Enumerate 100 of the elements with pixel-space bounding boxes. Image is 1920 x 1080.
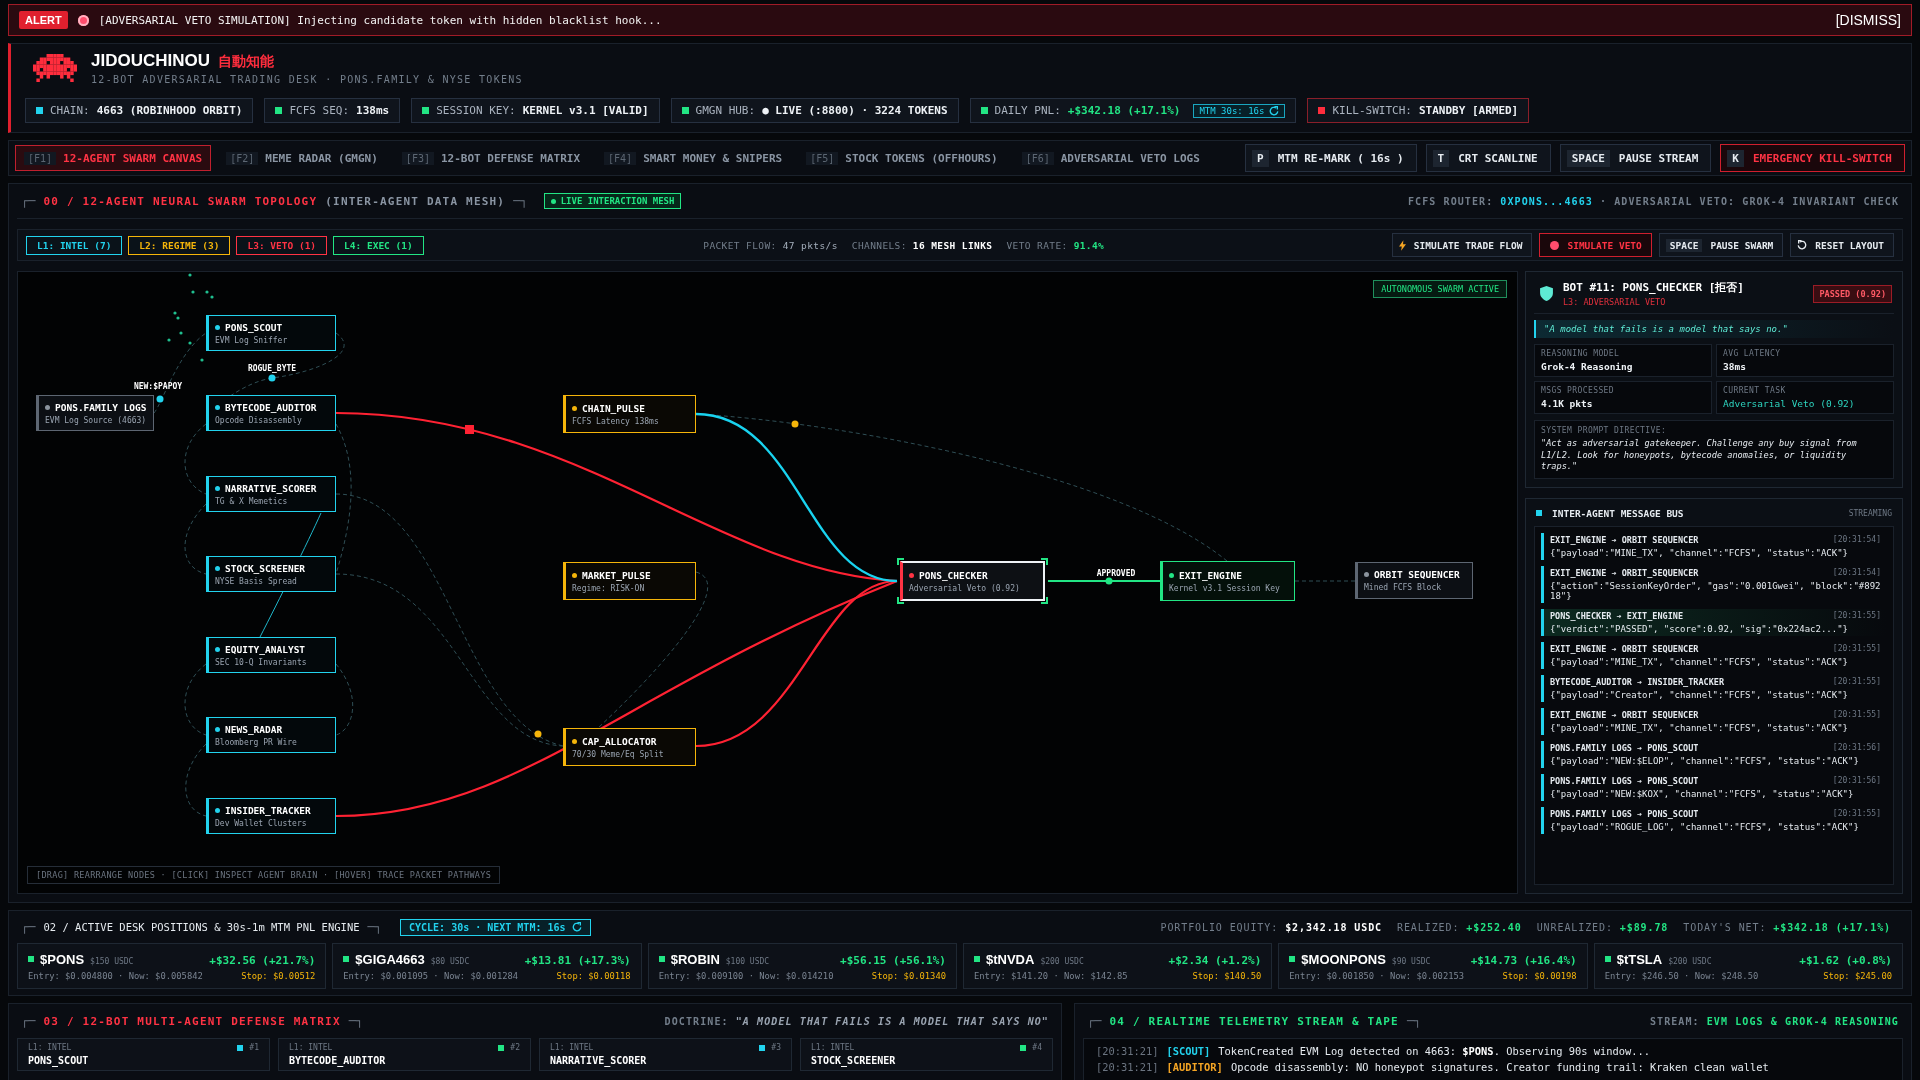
position-stop: Stop: $0.00118 [556, 970, 631, 981]
bot-card[interactable]: L1: INTEL #3 NARRATIVE_SCORER [539, 1038, 792, 1071]
layer-filter-chip[interactable]: L4: EXEC (1) [333, 235, 424, 255]
node-name: NEWS_RADAR [225, 723, 283, 735]
data-connector [1294, 580, 1356, 582]
tab[interactable]: [F6] ADVERSARIAL VETO LOGS [1012, 145, 1209, 171]
log-time: [20:31:21] [1096, 1044, 1159, 1059]
position-stop: Stop: $0.00198 [1502, 970, 1577, 981]
shortcut-button[interactable]: T CRT SCANLINE [1425, 144, 1551, 172]
status-dot-icon [215, 324, 220, 330]
node-name: PONS_SCOUT [225, 321, 283, 333]
message-time: [20:31:55] [1832, 676, 1881, 687]
key-cap: SPACE [1665, 238, 1703, 252]
layer-filter-chip[interactable]: L2: REGIME (3) [128, 235, 231, 255]
brand-tagline: 12-BOT ADVERSARIAL TRADING DESK · PONS.FAMILY & NYSE TOKENS [91, 74, 523, 85]
node-detail: Regime: RISK-ON [572, 583, 646, 593]
router-address: 0XPONS...4663 [1500, 195, 1593, 207]
node-name: EXIT_ENGINE [1179, 569, 1242, 581]
agent-node[interactable]: ORBIT SEQUENCER Mined FCFS Block [1355, 562, 1473, 599]
position-size: $80 USDC [430, 956, 470, 966]
swarm-control-button[interactable]: RESET LAYOUT [1790, 233, 1894, 257]
section-title: 00 / 12-AGENT NEURAL SWARM TOPOLOGY [43, 194, 318, 208]
alert-message: [ADVERSARIAL VETO SIMULATION] Injecting candidate token with hidden blacklist hook... [98, 13, 663, 27]
bot-card[interactable]: L1: INTEL #2 BYTECODE_AUDITOR [278, 1038, 531, 1071]
tab[interactable]: [F4] SMART MONEY & SNIPERS [595, 145, 792, 171]
swarm-control-button[interactable]: SPACE PAUSE SWARM [1658, 233, 1784, 257]
status-dot-icon [572, 405, 577, 411]
position-symbol: $MOONPONS [1301, 951, 1386, 967]
node-detail: TG & X Memetics [215, 496, 289, 506]
shortcut-button[interactable]: P MTM RE-MARK ( 16s ) [1245, 144, 1417, 172]
position-card[interactable]: $tNVDA $200 USDC +$2.34 (+1.2%) Entry: $141.20 · Now: $142.85 Stop: $140.50 [963, 943, 1273, 989]
bot-layer: L1: INTEL [28, 1043, 72, 1052]
packet-label: ROGUE_BYTE [247, 364, 297, 373]
stat-value: Grok-4 Reasoning [1541, 361, 1634, 372]
tab[interactable]: [F2] MEME RADAR (GMGN) [217, 145, 387, 171]
packet-label: APPROVED [1096, 569, 1136, 578]
position-prices: Entry: $246.50 · Now: $248.50 [1604, 970, 1759, 981]
agent-node[interactable]: PONS.FAMILY LOGS EVM Log Source (4663) [36, 395, 154, 431]
refresh-icon [571, 922, 582, 932]
record-dot-icon [1550, 240, 1560, 250]
agent-node[interactable]: PONS_SCOUT EVM Log Sniffer [206, 315, 336, 351]
agent-node[interactable]: PONS_CHECKER Adversarial Veto (0.92) [897, 558, 1048, 604]
position-size: $150 USDC [90, 956, 134, 966]
position-size: $100 USDC [725, 956, 770, 966]
position-card[interactable]: $MOONPONS $90 USDC +$14.73 (+16.4%) Entry: $0.001850 · Now: $0.002153 Stop: $0.00198 [1278, 943, 1588, 989]
agent-node[interactable]: CHAIN_PULSE FCFS Latency 138ms [563, 395, 696, 433]
layer-filter-chip[interactable]: L3: VETO (1) [236, 235, 328, 255]
tab[interactable]: [F3] 12-BOT DEFENSE MATRIX [392, 145, 590, 171]
agent-node[interactable]: CAP_ALLOCATOR 70/30 Meme/Eq Split [563, 728, 696, 766]
tab[interactable]: [F5] STOCK TOKENS (OFFHOURS) [797, 145, 1007, 171]
position-pnl: +$2.34 (+1.2%) [1168, 953, 1262, 967]
stat-value: 16 MESH LINKS [912, 239, 993, 251]
bot-card[interactable]: L1: INTEL #4 STOCK_SCREENER [800, 1038, 1053, 1071]
key-hint: [F5] [806, 151, 839, 165]
position-card[interactable]: $GIGA4663 $80 USDC +$13.81 (+17.3%) Entry: $0.001095 · Now: $0.001284 Stop: $0.00118 [332, 943, 642, 989]
agent-node[interactable]: EXIT_ENGINE Kernel v3.1 Session Key [1160, 561, 1295, 601]
position-card[interactable]: $tTSLA $200 USDC +$1.62 (+0.8%) Entry: $246.50 · Now: $248.50 Stop: $245.00 [1593, 943, 1903, 989]
position-card[interactable]: $PONS $150 USDC +$32.56 (+21.7%) Entry: $0.004800 · Now: $0.005842 Stop: $0.00512 [17, 943, 327, 989]
position-size: $200 USDC [1668, 956, 1712, 966]
message-time: [20:31:54] [1832, 534, 1881, 545]
key-hint: [F4] [604, 151, 637, 165]
message-route: PONS.FAMILY LOGS ➔ PONS_SCOUT [1550, 742, 1699, 753]
message-time: [20:31:56] [1832, 775, 1881, 786]
agent-node[interactable]: EQUITY_ANALYST SEC 10-Q Invariants [206, 637, 336, 673]
layer-filter-chip[interactable]: L1: INTEL (7) [26, 235, 123, 255]
status-dot-icon [1364, 572, 1369, 577]
live-badge-text: LIVE INTERACTION MESH [560, 196, 675, 206]
agent-node[interactable]: STOCK_SCREENER NYSE Basis Spread [206, 556, 336, 592]
agent-node[interactable]: NEWS_RADAR Bloomberg PR Wire [206, 717, 336, 753]
stat-value: Adversarial Veto (0.92) [1723, 398, 1856, 409]
position-stop: Stop: $0.00512 [241, 970, 316, 981]
key-hint: [F2] [226, 151, 259, 165]
agent-node[interactable]: BYTECODE_AUDITOR Opcode Disassembly [206, 395, 336, 431]
message-payload: {"payload":"ROGUE_LOG", "channel":"FCFS", "status":"ACK"} [1550, 821, 1860, 832]
agent-node[interactable]: MARKET_PULSE Regime: RISK-ON [563, 562, 696, 600]
status-dot-icon [215, 485, 220, 491]
stat-value: 91.4% [1073, 239, 1105, 251]
agent-node[interactable]: NARRATIVE_SCORER TG & X Memetics [206, 476, 336, 512]
doctrine-text: "A MODEL THAT FAILS IS A MODEL THAT SAYS NO" [735, 1015, 1049, 1027]
node-detail: NYSE Basis Spread [215, 576, 298, 586]
agent-node[interactable]: INSIDER_TRACKER Dev Wallet Clusters [206, 798, 336, 834]
status-dot-icon [45, 404, 50, 410]
log-text: TokenCreated EVM Log detected on 4663: $PONS. Observing 90s window... [1218, 1044, 1651, 1059]
dismiss-button[interactable]: [DISMISS] [1835, 12, 1901, 28]
status-dot-icon [215, 565, 220, 571]
canvas-hint-bar: [DRAG] REARRANGE NODES · [CLICK] INSPECT AGENT BRAIN · [HOVER] TRACE PACKET PATHWAYS [27, 866, 501, 884]
node-name: STOCK_SCREENER [225, 562, 306, 574]
position-card[interactable]: $ROBIN $100 USDC +$56.15 (+56.1%) Entry: $0.009100 · Now: $0.014210 Stop: $0.01340 [647, 943, 957, 989]
swarm-control-button[interactable]: SIMULATE VETO [1539, 233, 1652, 257]
bot-layer: L1: INTEL [550, 1043, 594, 1052]
stat-value: 38ms [1723, 361, 1747, 372]
shortcut-button[interactable]: SPACE PAUSE STREAM [1559, 144, 1712, 172]
swarm-control-button[interactable]: SIMULATE TRADE FLOW [1391, 233, 1533, 257]
bot-card[interactable]: L1: INTEL #1 PONS_SCOUT [17, 1038, 270, 1071]
tab[interactable]: [F1] 12-AGENT SWARM CANVAS [15, 145, 212, 171]
position-symbol: $ROBIN [670, 951, 720, 967]
summary-label: REALIZED: [1397, 921, 1460, 933]
directive-label: SYSTEM PROMPT DIRECTIVE: [1541, 426, 1668, 435]
bus-title: INTER-AGENT MESSAGE BUS [1552, 507, 1684, 519]
shortcut-button[interactable]: K EMERGENCY KILL-SWITCH [1720, 144, 1905, 172]
